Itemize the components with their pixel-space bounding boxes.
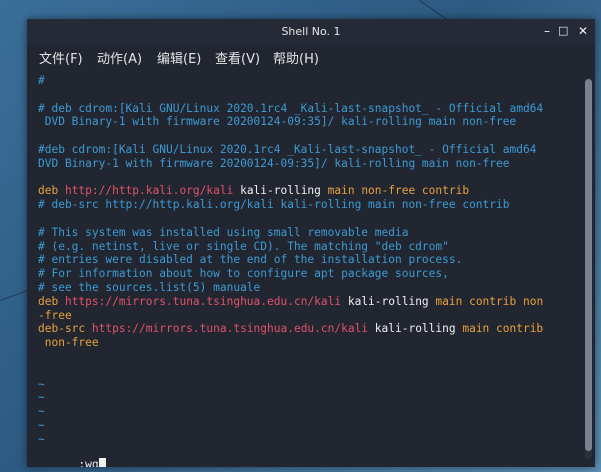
terminal-text: main contrib: [462, 322, 544, 336]
terminal-text: deb: [38, 294, 65, 308]
terminal-line: deb https://mirrors.tuna.tsinghua.edu.cn…: [38, 295, 543, 309]
vim-command: :wq: [78, 458, 99, 467]
terminal-line: DVD Binary-1 with firmware 20200124-09:3…: [38, 115, 516, 129]
terminal-line: -free: [38, 309, 72, 323]
terminal-text: kali-rolling: [368, 322, 463, 336]
terminal-text: deb: [38, 184, 65, 198]
title-bar: Shell No. 1 – □ ✕: [27, 19, 595, 45]
terminal-line: ~: [38, 405, 45, 419]
terminal-line: #: [38, 74, 45, 88]
url-text: https://mirrors.tuna.tsinghua.edu.cn/kal…: [64, 294, 342, 308]
command-line[interactable]: :wq: [38, 444, 106, 467]
empty-line-marker: ~: [38, 432, 45, 446]
terminal-text: # For information about how to configure…: [38, 267, 449, 281]
terminal-text: DVD Binary-1 with firmware 20200124-09:3…: [38, 156, 510, 170]
terminal-line: # deb cdrom:[Kali GNU/Linux 2020.1rc4 _K…: [38, 102, 543, 116]
menu-action[interactable]: 动作(A): [97, 48, 142, 67]
terminal-text: # (e.g. netinst, live or single CD). The…: [38, 239, 449, 253]
empty-line-marker: ~: [38, 419, 45, 432]
terminal-line: ~: [38, 378, 45, 392]
terminal-text: # entries were disabled at the end of th…: [38, 253, 463, 267]
minimize-icon[interactable]: –: [544, 24, 550, 38]
menu-bar: 文件(F) 动作(A) 编辑(E) 查看(V) 帮助(H): [27, 45, 595, 71]
terminal-text: #: [38, 74, 45, 87]
terminal-text: -free: [38, 308, 72, 322]
terminal-content[interactable]: :wq # # deb cdrom:[Kali GNU/Linux 2020.1r…: [27, 71, 583, 467]
close-icon[interactable]: ✕: [578, 24, 588, 38]
terminal-line: # This system was installed using small …: [38, 226, 408, 240]
scrollbar-thumb[interactable]: [585, 79, 592, 451]
terminal-window: Shell No. 1 – □ ✕ 文件(F) 动作(A) 编辑(E) 查看(V…: [27, 19, 595, 467]
terminal-line: DVD Binary-1 with firmware 20200124-09:3…: [38, 157, 509, 171]
terminal-line: # (e.g. netinst, live or single CD). The…: [38, 240, 449, 254]
terminal-text: main non-free contrib: [327, 184, 470, 198]
terminal-line: deb-src https://mirrors.tuna.tsinghua.ed…: [38, 322, 543, 336]
scrollbar[interactable]: [585, 79, 592, 459]
terminal-text: deb-src: [38, 322, 92, 336]
terminal-text: DVD Binary-1 with firmware 20200124-09:3…: [38, 115, 517, 129]
terminal-line: ~: [38, 419, 45, 433]
terminal-text: # see the sources.list(5) manuale: [38, 281, 261, 294]
terminal-line: # see the sources.list(5) manuale: [38, 281, 260, 295]
terminal-text: kali-rolling: [341, 294, 436, 308]
empty-line-marker: ~: [38, 405, 45, 419]
menu-edit[interactable]: 编辑(E): [157, 48, 201, 67]
terminal-line: # For information about how to configure…: [38, 267, 449, 281]
menu-help[interactable]: 帮助(H): [273, 48, 319, 67]
terminal-line: #deb cdrom:[Kali GNU/Linux 2020.1rc4 _Ka…: [38, 143, 536, 157]
window-title: Shell No. 1: [281, 25, 341, 38]
terminal-line: non-free: [38, 336, 99, 350]
terminal-line: ~: [38, 391, 45, 405]
terminal-text: # This system was installed using small …: [38, 225, 409, 239]
url-text: http://http.kali.org/kali: [64, 184, 234, 198]
terminal-line: # entries were disabled at the end of th…: [38, 253, 462, 267]
empty-line-marker: ~: [38, 377, 45, 391]
terminal-text: # deb-src http://http.kali.org/kali kali…: [38, 198, 510, 212]
terminal-line: deb http://http.kali.org/kali kali-rolli…: [38, 184, 469, 198]
terminal-line: ~: [38, 433, 45, 447]
maximize-icon[interactable]: □: [558, 24, 568, 38]
menu-file[interactable]: 文件(F): [39, 48, 83, 67]
terminal-line: # deb-src http://http.kali.org/kali kali…: [38, 198, 509, 212]
terminal-text: kali-rolling: [233, 184, 328, 198]
text-cursor: [98, 458, 106, 467]
terminal-text: # deb cdrom:[Kali GNU/Linux 2020.1rc4 _K…: [38, 101, 544, 115]
terminal-text: #deb cdrom:[Kali GNU/Linux 2020.1rc4 _Ka…: [38, 143, 537, 156]
terminal-text: non-free: [38, 336, 99, 350]
empty-line-marker: ~: [38, 391, 45, 405]
url-text: https://mirrors.tuna.tsinghua.edu.cn/kal…: [91, 322, 369, 336]
menu-view[interactable]: 查看(V): [215, 48, 260, 67]
terminal-text: main contrib non: [435, 294, 544, 308]
